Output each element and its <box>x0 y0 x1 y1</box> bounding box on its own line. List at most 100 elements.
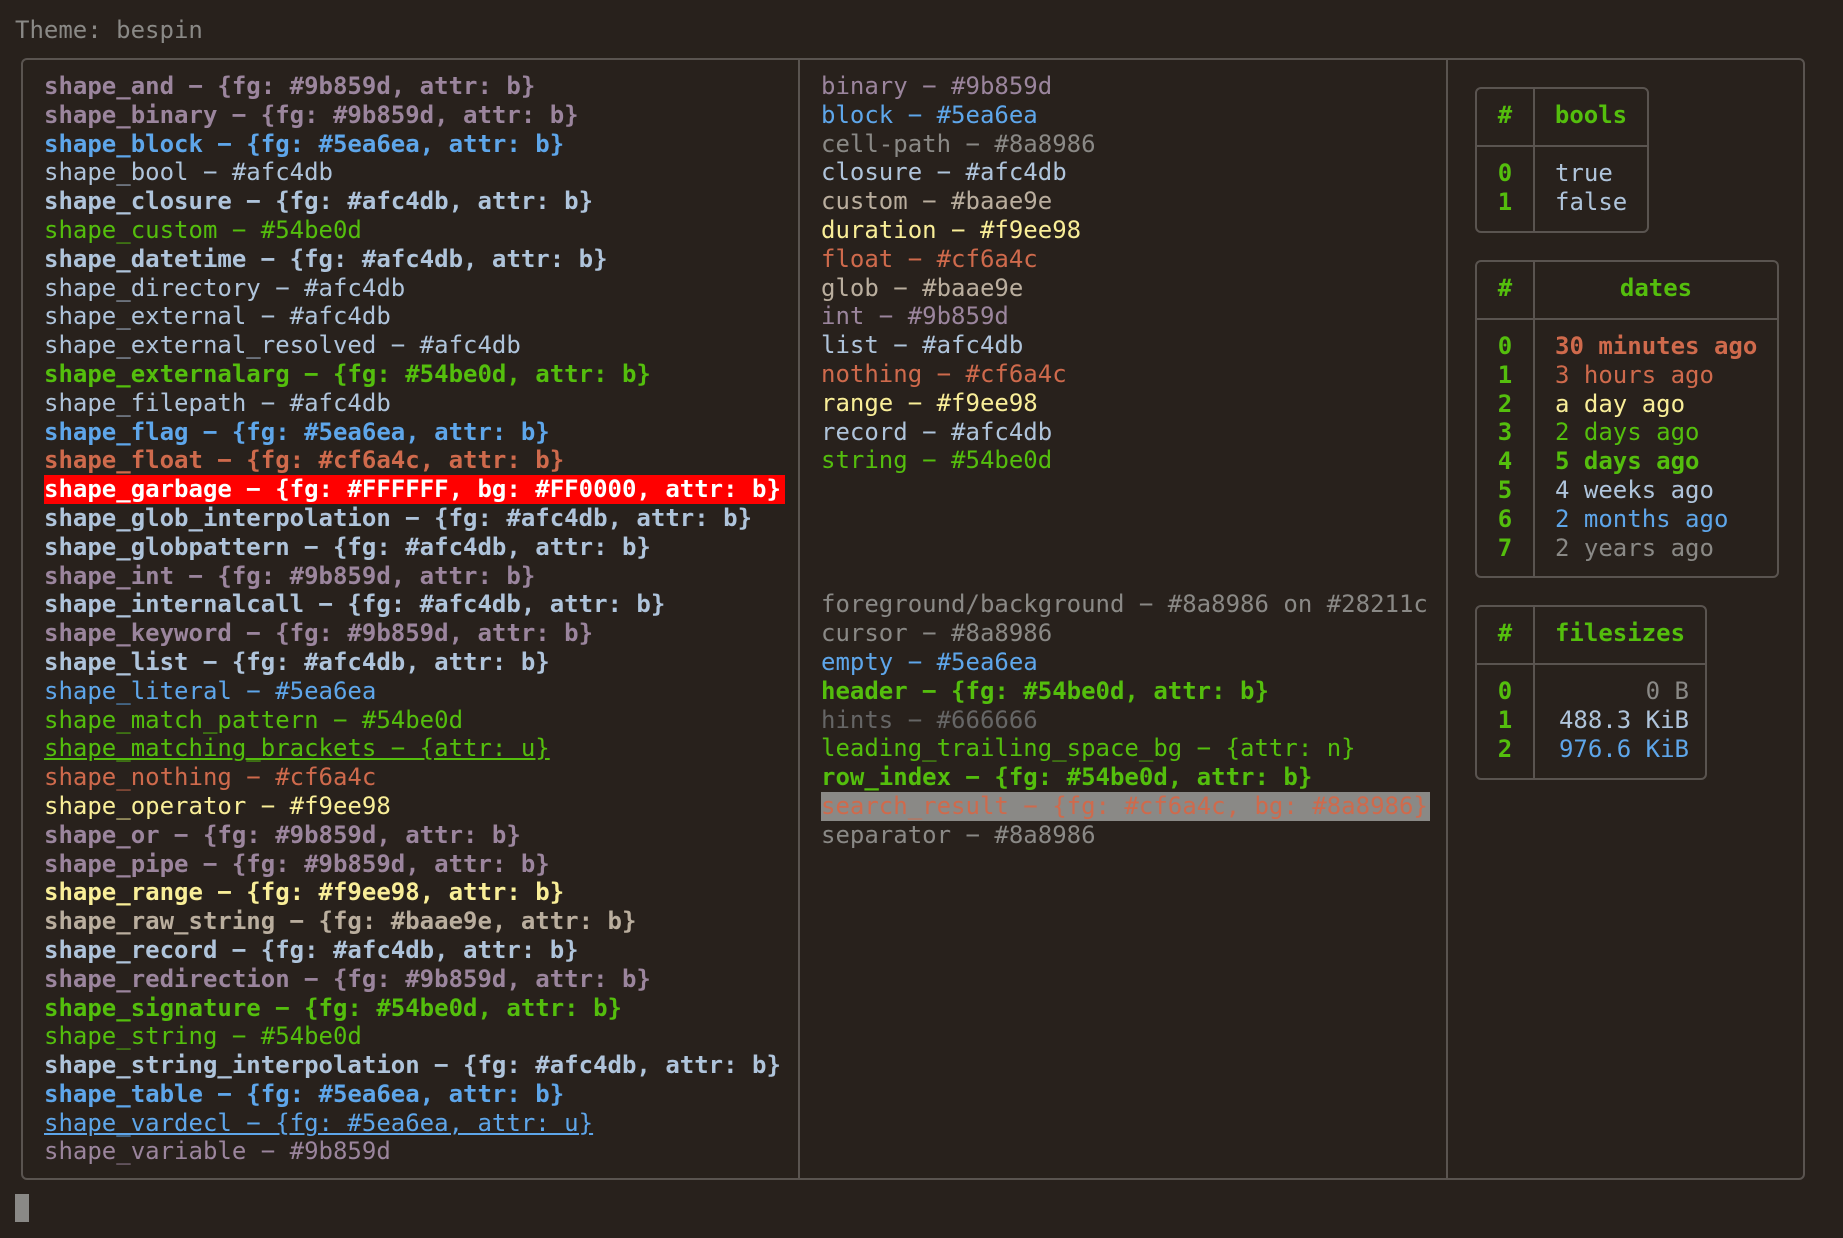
style-entry: leading_trailing_space_bg − {attr: n} <box>821 734 1430 763</box>
dates-row: 7 2 years ago <box>1477 534 1777 563</box>
type-colors-column: binary − #9b859d block − #5ea6ea cell-path… <box>821 72 1430 850</box>
style-entry: binary − #9b859d <box>821 72 1430 101</box>
row-value: a day ago <box>1555 389 1686 418</box>
column-separator-1 <box>798 58 800 1180</box>
row-index: 2 <box>1497 734 1513 763</box>
style-entry: header − {fg: #54be0d, attr: b} <box>821 677 1430 706</box>
style-entry-text: shape_filepath − #afc4db <box>44 388 391 417</box>
dates-row: 2 a day ago <box>1477 390 1777 419</box>
dates-row: 6 2 months ago <box>1477 505 1777 534</box>
style-entry: shape_filepath − #afc4db <box>44 389 785 418</box>
style-entry: shape_custom − #54be0d <box>44 216 785 245</box>
dates-rows: 0 30 minutes ago 1 3 hours ago 2 a day ago 3 2 … <box>1477 332 1777 562</box>
style-entry-text: shape_vardecl − {fg: #5ea6ea, attr: u} <box>44 1108 594 1137</box>
shape-styles-column: shape_and − {fg: #9b859d, attr: b} shape_… <box>44 72 785 1166</box>
dates-row: 4 5 days ago <box>1477 447 1777 476</box>
style-entry-text: foreground/background − #8a8986 on #2821… <box>821 590 1428 619</box>
style-entry-text: glob − #baae9e <box>821 273 1024 302</box>
style-entry-text: shape_string − #54be0d <box>44 1022 362 1051</box>
style-entry: shape_match_pattern − #54be0d <box>44 706 785 735</box>
style-entry: closure − #afc4db <box>821 158 1430 187</box>
style-entry: string − #54be0d <box>821 446 1430 475</box>
style-entry-text: search_result − {fg: #cf6a4c, bg: #8a898… <box>821 791 1430 821</box>
bools-row: 1 false <box>1477 188 1647 217</box>
style-entry-text: hints − #666666 <box>821 705 1038 734</box>
style-entry-text: shape_raw_string − {fg: #baae9e, attr: b… <box>44 907 637 936</box>
style-entry: shape_externalarg − {fg: #54be0d, attr: … <box>44 360 785 389</box>
style-entry: shape_operator − #f9ee98 <box>44 792 785 821</box>
style-entry: shape_external_resolved − #afc4db <box>44 331 785 360</box>
style-entry-text: shape_float − {fg: #cf6a4c, attr: b} <box>44 446 565 475</box>
bools-table: # bools 0 true 1 false <box>1475 87 1649 233</box>
dates-row: 5 4 weeks ago <box>1477 476 1777 505</box>
style-entry <box>821 562 1430 591</box>
style-entry: shape_closure − {fg: #afc4db, attr: b} <box>44 187 785 216</box>
bools-row: 0 true <box>1477 159 1647 188</box>
style-entry-text: shape_external − #afc4db <box>44 302 391 331</box>
row-value: 3 hours ago <box>1555 360 1714 389</box>
style-entry: shape_datetime − {fg: #afc4db, attr: b} <box>44 245 785 274</box>
style-entry-text: string − #54be0d <box>821 446 1053 475</box>
style-entry-text: range − #f9ee98 <box>821 388 1038 417</box>
row-value: 4 weeks ago <box>1555 475 1714 504</box>
style-entry: shape_literal − #5ea6ea <box>44 677 785 706</box>
style-entry-text: shape_custom − #54be0d <box>44 215 362 244</box>
style-entry-text: leading_trailing_space_bg − {attr: n} <box>821 734 1356 763</box>
style-entry: foreground/background − #8a8986 on #2821… <box>821 590 1430 619</box>
style-entry-text: block − #5ea6ea <box>821 100 1038 129</box>
style-entry: hints − #666666 <box>821 706 1430 735</box>
style-entry-text: shape_literal − #5ea6ea <box>44 676 377 705</box>
style-entry: shape_globpattern − {fg: #afc4db, attr: … <box>44 533 785 562</box>
style-entry: shape_binary − {fg: #9b859d, attr: b} <box>44 101 785 130</box>
row-value: 0 B <box>1645 677 1689 705</box>
row-value: 2 days ago <box>1555 418 1700 447</box>
style-entry-text: separator − #8a8986 <box>821 820 1096 849</box>
filesizes-index-header: # <box>1497 619 1513 647</box>
row-value: true <box>1555 159 1613 187</box>
style-entry-text: shape_externalarg − {fg: #54be0d, attr: … <box>44 359 651 388</box>
style-entry: shape_list − {fg: #afc4db, attr: b} <box>44 648 785 677</box>
row-value: 488.3 KiB <box>1558 705 1689 734</box>
style-entry <box>821 475 1430 504</box>
row-index: 1 <box>1497 360 1513 389</box>
style-entry-text: empty − #5ea6ea <box>821 647 1038 676</box>
style-entry-text: shape_binary − {fg: #9b859d, attr: b} <box>44 100 579 129</box>
style-entry-text: shape_redirection − {fg: #9b859d, attr: … <box>44 964 651 993</box>
style-entry-text: cell-path − #8a8986 <box>821 129 1096 158</box>
row-index: 7 <box>1497 533 1513 562</box>
row-index: 1 <box>1497 705 1513 734</box>
style-entry-text: binary − #9b859d <box>821 72 1053 100</box>
dates-row: 1 3 hours ago <box>1477 361 1777 390</box>
style-entry: custom − #baae9e <box>821 187 1430 216</box>
style-entry <box>821 504 1430 533</box>
row-index: 4 <box>1497 447 1513 476</box>
terminal-cursor[interactable] <box>15 1194 29 1222</box>
style-entry: shape_nothing − #cf6a4c <box>44 763 785 792</box>
style-entry: list − #afc4db <box>821 331 1430 360</box>
style-entry: shape_range − {fg: #f9ee98, attr: b} <box>44 878 785 907</box>
style-entry: empty − #5ea6ea <box>821 648 1430 677</box>
style-entry: shape_internalcall − {fg: #afc4db, attr:… <box>44 590 785 619</box>
style-entry-text: shape_datetime − {fg: #afc4db, attr: b} <box>44 244 608 273</box>
style-entry-text: shape_closure − {fg: #afc4db, attr: b} <box>44 187 594 216</box>
style-entry: separator − #8a8986 <box>821 821 1430 850</box>
style-entry: int − #9b859d <box>821 302 1430 331</box>
style-entry-text: closure − #afc4db <box>821 158 1067 187</box>
style-entry: shape_pipe − {fg: #9b859d, attr: b} <box>44 850 785 879</box>
style-entry-text: duration − #f9ee98 <box>821 215 1082 244</box>
style-entry-text: nothing − #cf6a4c <box>821 359 1067 388</box>
row-index: 2 <box>1497 389 1513 418</box>
style-entry-text: custom − #baae9e <box>821 187 1053 216</box>
style-entry-text: shape_match_pattern − #54be0d <box>44 705 464 734</box>
style-entry-text: shape_keyword − {fg: #9b859d, attr: b} <box>44 619 594 648</box>
style-entry: shape_bool − #afc4db <box>44 158 785 187</box>
row-index: 1 <box>1497 187 1513 216</box>
style-entry-text: shape_directory − #afc4db <box>44 273 406 302</box>
style-entry-text: shape_and − {fg: #9b859d, attr: b} <box>44 72 536 100</box>
style-entry: shape_external − #afc4db <box>44 302 785 331</box>
style-entry-text: shape_matching_brackets − {attr: u} <box>44 734 550 763</box>
row-index: 0 <box>1497 159 1513 187</box>
row-index: 0 <box>1497 332 1513 360</box>
style-entry: shape_flag − {fg: #5ea6ea, attr: b} <box>44 418 785 447</box>
style-entry-text: shape_nothing − #cf6a4c <box>44 763 377 792</box>
